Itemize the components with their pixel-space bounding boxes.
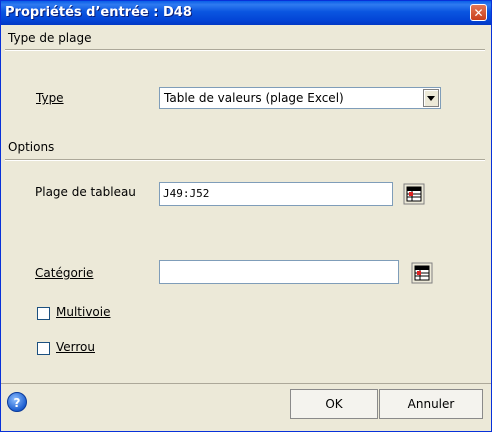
multiway-label-text: Multivoie	[56, 305, 111, 319]
dropdown-arrow-icon[interactable]	[423, 89, 439, 107]
close-icon: ✕	[473, 6, 484, 20]
section-title-options: Options	[8, 140, 55, 154]
multiway-label[interactable]: Multivoie	[56, 305, 111, 319]
lock-checkbox[interactable]	[37, 342, 50, 355]
divider	[5, 49, 485, 51]
table-range-label: Plage de tableau	[35, 185, 136, 199]
category-input[interactable]	[159, 260, 399, 284]
help-icon: ?	[13, 396, 21, 410]
cancel-button[interactable]: Annuler	[379, 389, 483, 419]
type-label-text: Type	[36, 91, 64, 105]
dialog-window: Propriétés d’entrée : D48 ✕ Type de plag…	[0, 0, 492, 432]
category-select-button[interactable]	[411, 262, 433, 284]
window-title: Propriétés d’entrée : D48	[5, 5, 192, 20]
table-range-value: J49:J52	[163, 187, 210, 200]
lock-label[interactable]: Verrou	[56, 340, 95, 354]
ok-button[interactable]: OK	[290, 389, 378, 419]
lock-label-text: Verrou	[56, 340, 95, 354]
table-range-input[interactable]: J49:J52	[159, 182, 393, 206]
multiway-checkbox[interactable]	[37, 307, 50, 320]
table-range-select-button[interactable]	[403, 183, 425, 205]
type-select[interactable]: Table de valeurs (plage Excel)	[159, 87, 441, 109]
help-button[interactable]: ?	[7, 392, 27, 412]
range-select-icon	[403, 183, 425, 205]
section-title-range-type: Type de plage	[8, 31, 92, 45]
type-select-value: Table de valeurs (plage Excel)	[164, 91, 344, 105]
range-select-icon	[411, 262, 433, 284]
dialog-footer: ? OK Annuler	[1, 383, 491, 431]
category-label-text: Catégorie	[35, 266, 94, 280]
close-button[interactable]: ✕	[470, 4, 487, 21]
divider	[5, 159, 485, 161]
type-label: Type	[36, 91, 64, 105]
category-label: Catégorie	[35, 266, 93, 280]
title-bar[interactable]: Propriétés d’entrée : D48 ✕	[1, 1, 491, 25]
